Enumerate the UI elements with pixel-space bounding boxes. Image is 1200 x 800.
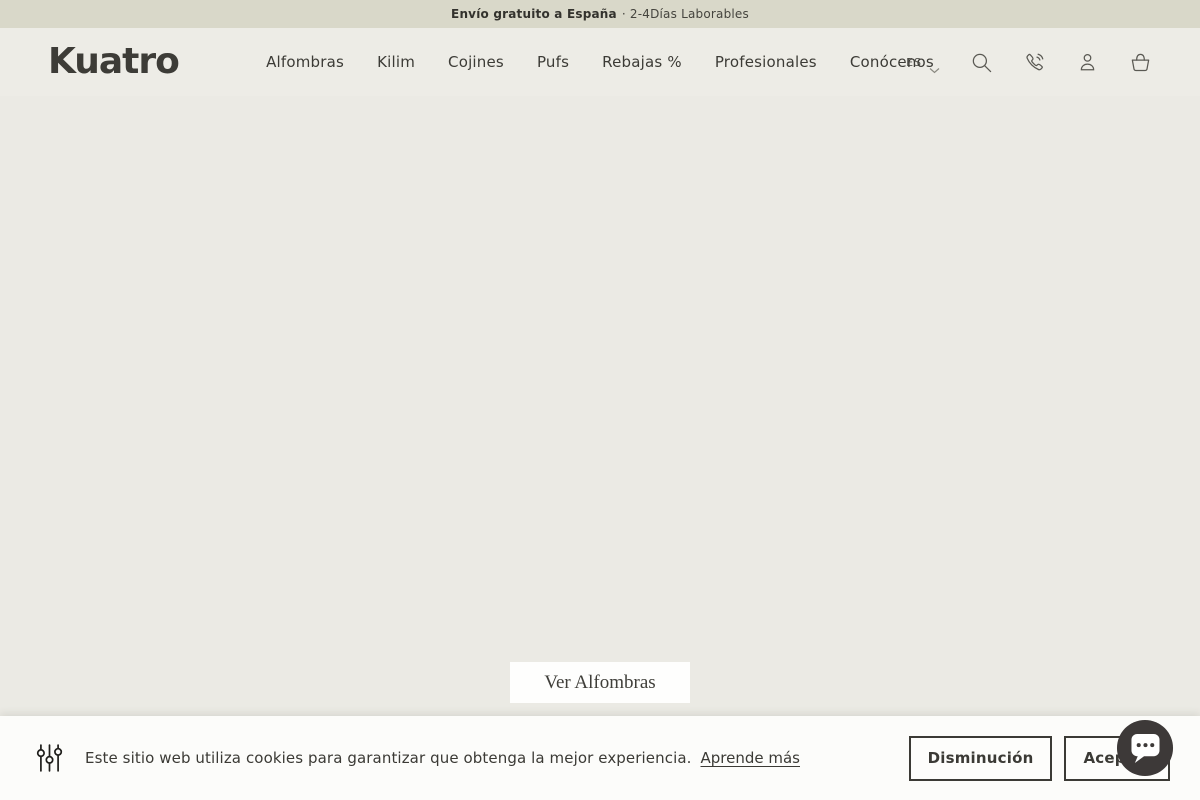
phone-icon[interactable] [1023,51,1046,74]
announcement-bar: Envío gratuito a España · 2-4Días Labora… [0,0,1200,28]
hero-banner: Ver Alfombras [0,96,1200,800]
nav-item-rebajas[interactable]: Rebajas % [602,53,682,71]
cookie-banner: Este sitio web utiliza cookies para gara… [0,716,1200,800]
nav-item-conocenos[interactable]: Conócenos [850,53,934,71]
learn-more-link[interactable]: Aprende más [701,749,801,767]
logo[interactable]: Kuatro [48,44,180,80]
announcement-highlight: Envío gratuito a España [451,7,617,21]
header-actions: ES [906,51,1152,74]
nav-item-kilim[interactable]: Kilim [377,53,415,71]
announcement-detail: · 2-4Días Laborables [621,7,749,21]
site-header: Kuatro Alfombras Kilim Cojines Pufs Reba… [0,28,1200,96]
nav-item-alfombras[interactable]: Alfombras [266,53,344,71]
chat-widget-button[interactable] [1116,719,1174,777]
nav-item-profesionales[interactable]: Profesionales [715,53,817,71]
nav-item-cojines[interactable]: Cojines [448,53,504,71]
decline-cookies-button[interactable]: Disminución [908,735,1053,781]
cookie-message: Este sitio web utiliza cookies para gara… [85,749,692,767]
basket-icon[interactable] [1129,51,1152,74]
sliders-icon [36,736,63,780]
account-icon[interactable] [1076,51,1099,74]
ver-alfombras-button[interactable]: Ver Alfombras [510,662,690,703]
search-icon[interactable] [970,51,993,74]
main-nav: Alfombras Kilim Cojines Pufs Rebajas % P… [266,53,934,71]
nav-item-pufs[interactable]: Pufs [537,53,569,71]
